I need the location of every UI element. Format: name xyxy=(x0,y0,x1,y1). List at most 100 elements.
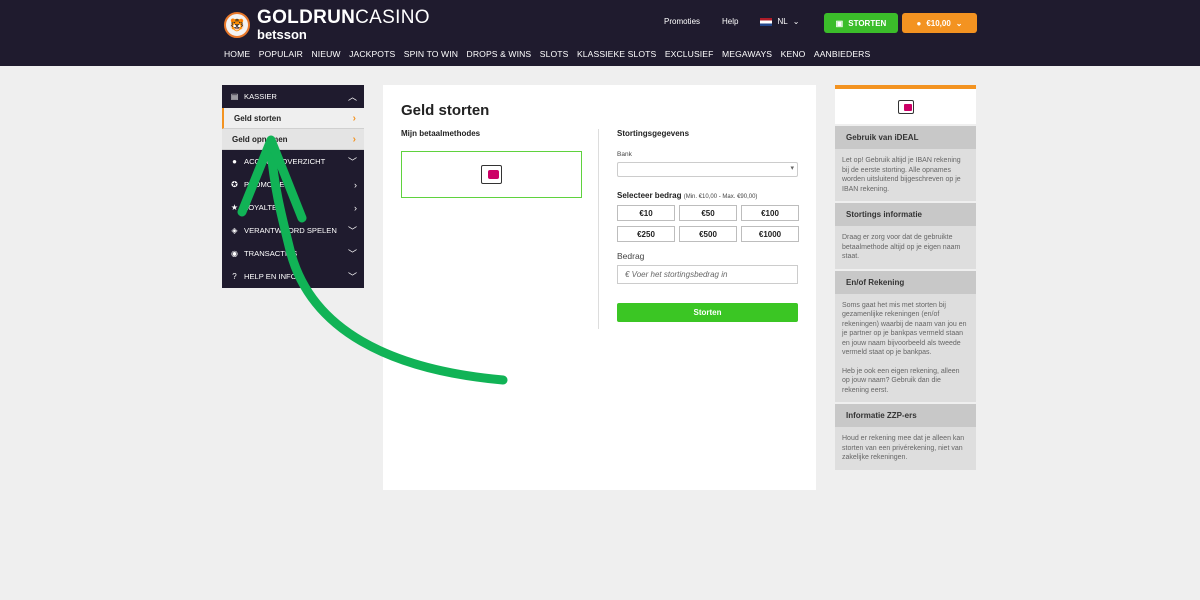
account-sidebar: ▤ KASSIER ︿ Geld storten › Geld opnemen … xyxy=(222,85,364,288)
sidebar-item-label: ACCOUNTOVERZICHT xyxy=(244,157,326,166)
divider xyxy=(598,129,599,329)
sidebar-item-kassier[interactable]: ▤ KASSIER ︿ xyxy=(222,85,364,108)
sidebar-subitem-geld-opnemen[interactable]: Geld opnemen › xyxy=(222,129,364,150)
info-section-body: Draag er zorg voor dat de gebruikte beta… xyxy=(835,226,976,269)
chevron-down-icon: ⌄ xyxy=(792,17,800,26)
info-panel: Gebruik van iDEAL Let op! Gebruik altijd… xyxy=(835,85,976,470)
amount-option[interactable]: €100 xyxy=(741,205,799,221)
amount-option[interactable]: €250 xyxy=(617,226,675,242)
info-section-title: Stortings informatie xyxy=(835,203,976,226)
logo-casino: CASINO xyxy=(355,7,430,28)
info-paragraph: Let op! Gebruik altijd je IBAN rekening … xyxy=(842,157,961,193)
user-icon: ● xyxy=(232,157,237,166)
main-nav: HOME POPULAIR NIEUW JACKPOTS SPIN TO WIN… xyxy=(224,49,879,59)
language-label: NL xyxy=(777,17,788,26)
chevron-down-icon: ﹀ xyxy=(347,249,357,259)
info-section-body: Houd er rekening mee dat je alleen kan s… xyxy=(835,427,976,470)
nav-slots[interactable]: SLOTS xyxy=(540,49,569,59)
info-paragraph: Houd er rekening mee dat je alleen kan s… xyxy=(842,435,965,461)
amount-title-text: Selecteer bedrag xyxy=(617,191,682,200)
nav-home[interactable]: HOME xyxy=(224,49,250,59)
chevron-right-icon: › xyxy=(354,202,357,213)
sidebar-item-verantwoord-spelen[interactable]: ◈ VERANTWOORD SPELEN ﹀ xyxy=(222,219,364,242)
promoties-link[interactable]: Promoties xyxy=(664,17,700,26)
info-logo-box xyxy=(835,85,976,124)
star-icon: ★ xyxy=(230,203,239,212)
sidebar-item-label: VERANTWOORD SPELEN xyxy=(244,226,337,235)
site-header: 🐯 GOLDRUNCASINO betsson Promoties Help N… xyxy=(0,0,1200,66)
nav-exclusief[interactable]: EXCLUSIEF xyxy=(665,49,714,59)
sidebar-item-label: LOYALTEIT xyxy=(244,203,284,212)
payment-method-ideal[interactable] xyxy=(401,151,582,198)
help-icon: ? xyxy=(232,272,237,281)
nav-drops-wins[interactable]: DROPS & WINS xyxy=(467,49,532,59)
amount-option[interactable]: €500 xyxy=(679,226,737,242)
tiger-icon: 🐯 xyxy=(224,11,250,38)
balance-amount: €10,00 xyxy=(926,18,951,28)
bank-label: Bank xyxy=(617,151,632,158)
sidebar-item-loyalteit[interactable]: ★ LOYALTEIT › xyxy=(222,196,364,219)
sidebar-item-transacties[interactable]: ◉ TRANSACTIES ﹀ xyxy=(222,242,364,265)
ideal-icon xyxy=(897,99,914,114)
amount-option[interactable]: €1000 xyxy=(741,226,799,242)
nav-nieuw[interactable]: NIEUW xyxy=(311,49,340,59)
bedrag-label: Bedrag xyxy=(617,251,645,261)
amount-options: €10 €50 €100 €250 €500 €1000 xyxy=(617,205,799,242)
sidebar-item-label: HELP EN INFO xyxy=(244,272,297,281)
chevron-down-icon: ⌄ xyxy=(955,18,963,28)
header-deposit-label: STORTEN xyxy=(848,18,887,28)
deposit-details-title: Stortingsgegevens xyxy=(617,129,690,138)
amount-option[interactable]: €50 xyxy=(679,205,737,221)
info-section-title: Gebruik van iDEAL xyxy=(835,126,976,149)
chevron-right-icon: › xyxy=(352,112,356,124)
wallet-icon: ▣ xyxy=(835,18,844,28)
info-paragraph: Heb je ook een eigen rekening, alleen op… xyxy=(842,367,960,394)
sidebar-item-accountoverzicht[interactable]: ● ACCOUNTOVERZICHT ﹀ xyxy=(222,150,364,173)
sidebar-subitem-geld-storten[interactable]: Geld storten › xyxy=(222,108,364,129)
user-icon: ● xyxy=(916,18,922,28)
language-selector[interactable]: NL ⌄ xyxy=(760,17,799,26)
cashier-icon: ▤ xyxy=(230,92,239,101)
sidebar-item-promoties[interactable]: ✪ PROMOTIES › xyxy=(222,173,364,196)
nav-spin-to-win[interactable]: SPIN TO WIN xyxy=(404,49,458,59)
chevron-down-icon: ﹀ xyxy=(347,272,357,282)
chevron-right-icon: › xyxy=(352,133,356,145)
transactions-icon: ◉ xyxy=(231,249,238,258)
logo-goldrun: GOLDRUN xyxy=(257,7,356,28)
amount-title: Selecteer bedrag (Min. €10,00 - Max. €90… xyxy=(617,191,798,200)
deposit-details: Stortingsgegevens Bank Selecteer bedrag … xyxy=(617,129,799,322)
nav-populair[interactable]: POPULAIR xyxy=(259,49,303,59)
header-deposit-button[interactable]: ▣ STORTEN xyxy=(824,13,898,33)
ideal-icon xyxy=(481,165,502,184)
gift-icon: ✪ xyxy=(231,180,238,189)
logo[interactable]: 🐯 GOLDRUNCASINO betsson xyxy=(224,8,430,41)
amount-range: (Min. €10,00 - Max. €90,00) xyxy=(683,194,758,200)
bank-select[interactable] xyxy=(617,162,798,177)
sidebar-subitem-label: Geld storten xyxy=(234,113,282,123)
nav-jackpots[interactable]: JACKPOTS xyxy=(349,49,395,59)
logo-betsson: betsson xyxy=(257,27,307,42)
sidebar-item-label: PROMOTIES xyxy=(244,180,290,189)
amount-input[interactable]: € Voer het stortingsbedrag in xyxy=(617,265,798,284)
info-paragraph: Draag er zorg voor dat de gebruikte beta… xyxy=(842,234,961,260)
payment-methods-title: Mijn betaalmethodes xyxy=(401,129,481,138)
nav-aanbieders[interactable]: AANBIEDERS xyxy=(814,49,870,59)
info-section-body: Soms gaat het mis met storten bij gezame… xyxy=(835,293,976,402)
sidebar-item-label: TRANSACTIES xyxy=(244,249,298,258)
chevron-up-icon: ︿ xyxy=(347,92,357,102)
page-title: Geld storten xyxy=(401,102,490,119)
balance-button[interactable]: ● €10,00 ⌄ xyxy=(902,13,977,33)
help-link[interactable]: Help xyxy=(722,17,738,26)
info-section-title: Informatie ZZP-ers xyxy=(835,404,976,427)
sidebar-item-help-en-info[interactable]: ? HELP EN INFO ﹀ xyxy=(222,265,364,288)
nav-klassieke-slots[interactable]: KLASSIEKE SLOTS xyxy=(577,49,656,59)
amount-option[interactable]: €10 xyxy=(617,205,675,221)
info-section-body: Let op! Gebruik altijd je IBAN rekening … xyxy=(835,149,976,201)
info-paragraph: Soms gaat het mis met storten bij gezame… xyxy=(842,301,967,357)
nav-megaways[interactable]: MEGAWAYS xyxy=(722,49,772,59)
deposit-submit-button[interactable]: Storten xyxy=(617,303,798,322)
shield-icon: ◈ xyxy=(231,226,238,235)
chevron-down-icon: ﹀ xyxy=(347,157,357,167)
nav-keno[interactable]: KENO xyxy=(781,49,806,59)
netherlands-flag-icon xyxy=(760,17,773,26)
